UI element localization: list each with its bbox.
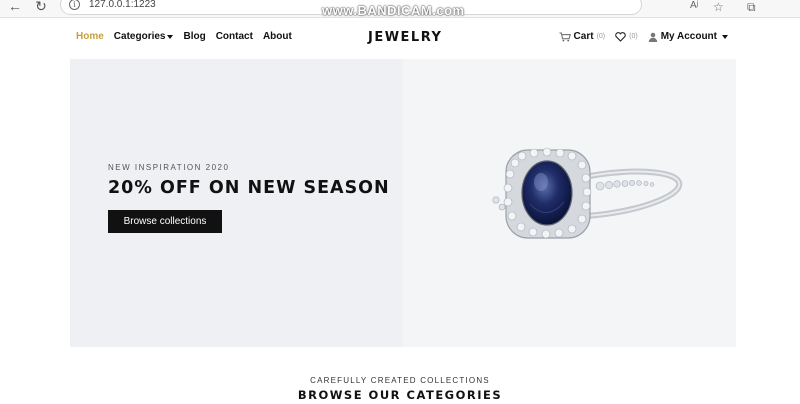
caret-down-icon [167,34,174,39]
star-icon[interactable]: ☆ [713,0,724,14]
cart-icon [559,32,571,41]
site-header: Home Categories Blog Contact About JEWEL… [70,24,736,52]
cart-link[interactable]: Cart (0) [559,31,606,42]
read-aloud-icon[interactable]: Aʲ [690,0,698,11]
header-actions: Cart (0) (0) My Account [559,31,728,42]
categories-title: BROWSE OUR CATEGORIES [297,388,503,402]
categories-subtitle: CAREFULLY CREATED COLLECTIONS [310,376,490,385]
hero-banner: NEW INSPIRATION 2020 20% OFF ON NEW SEAS… [70,59,736,347]
recording-watermark: www.BANDICAM.com [322,3,465,18]
cart-label: Cart [573,31,594,42]
brand-logo[interactable]: JEWELRY [368,30,442,45]
collections-icon[interactable]: ⧉ [747,0,756,15]
nav-blog[interactable]: Blog [183,31,205,42]
account-label: My Account [660,31,717,42]
reload-icon[interactable]: ↻ [34,0,48,14]
nav-contact[interactable]: Contact [216,31,253,42]
nav-categories-label: Categories [113,31,166,42]
hero-eyebrow: NEW INSPIRATION 2020 [108,163,230,172]
ring-product-image [492,147,683,239]
caret-down-icon [722,34,728,39]
nav-home[interactable]: Home [76,31,104,42]
url-text[interactable]: 127.0.0.1:1223 [89,0,156,10]
main-nav: Home Categories Blog Contact About [76,31,292,42]
wishlist-count: (0) [629,33,638,40]
heart-icon [615,31,626,42]
wishlist-link[interactable]: (0) [615,31,638,42]
arrow-left-icon[interactable]: ← [8,0,22,14]
nav-categories[interactable]: Categories [114,31,174,42]
nav-about[interactable]: About [263,31,292,42]
account-menu[interactable]: My Account [648,31,728,42]
user-icon [648,32,657,42]
hero-headline: 20% OFF ON NEW SEASON [108,178,390,198]
browser-toolbar: ← ↻ i 127.0.0.1:1223 www.BANDICAM.com Aʲ… [0,0,800,18]
cart-count: (0) [596,33,606,40]
info-icon[interactable]: i [69,0,80,10]
browse-collections-button[interactable]: Browse collections [108,210,222,233]
